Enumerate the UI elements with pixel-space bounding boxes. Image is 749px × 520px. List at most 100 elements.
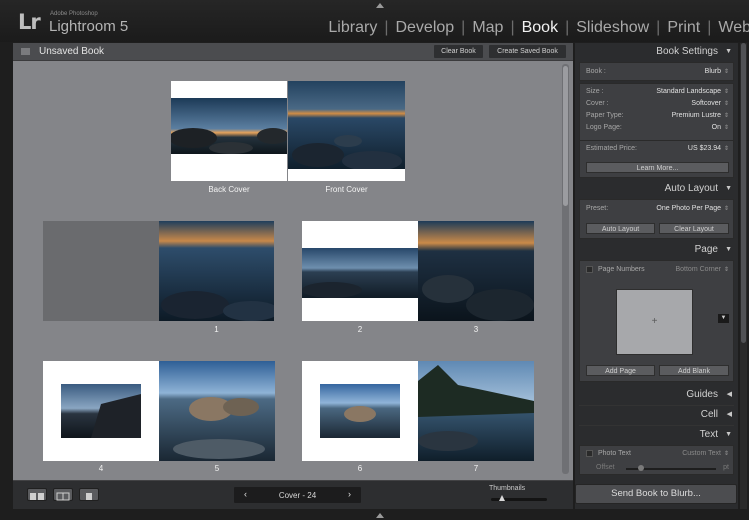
spread-view-icon[interactable] <box>53 488 73 501</box>
page-1[interactable] <box>159 221 274 321</box>
clear-book-button[interactable]: Clear Book <box>434 45 483 58</box>
page-5[interactable] <box>159 361 275 461</box>
page-header[interactable]: Page ▼ <box>575 241 738 259</box>
add-blank-button[interactable]: Add Blank <box>659 365 729 376</box>
estimated-price-label: Estimated Price: <box>586 145 637 152</box>
book-settings-title: Book Settings <box>656 46 718 57</box>
offset-slider-handle[interactable] <box>638 465 644 471</box>
collapse-bottom-panel-icon[interactable] <box>376 513 384 518</box>
preset-row[interactable]: Preset: One Photo Per Page ⇕ <box>586 205 729 212</box>
module-map[interactable]: Map <box>472 19 503 37</box>
offset-label: Offset <box>596 464 615 471</box>
page-navigator: ‹ Cover - 24 › <box>234 487 361 503</box>
size-row[interactable]: Size : Standard Landscape ⇕ <box>586 88 729 95</box>
right-panel-scrollbar[interactable] <box>740 43 747 509</box>
module-develop[interactable]: Develop <box>395 19 454 37</box>
rocky-shore-photo[interactable] <box>302 248 418 298</box>
lake-stones-photo[interactable] <box>288 81 405 169</box>
dropdown-arrows-icon: ⇕ <box>723 146 729 152</box>
page-7[interactable] <box>418 361 534 461</box>
page-2[interactable] <box>302 221 418 321</box>
paper-type-label: Paper Type: <box>586 112 624 119</box>
dropdown-arrows-icon: ⇕ <box>723 89 729 95</box>
page-6[interactable] <box>302 361 418 461</box>
module-book[interactable]: Book <box>522 19 558 37</box>
collapse-triangle-icon: ▼ <box>725 431 732 438</box>
add-page-button[interactable]: Add Page <box>586 365 655 376</box>
paper-type-row[interactable]: Paper Type: Premium Lustre ⇕ <box>586 112 729 119</box>
module-separator: | <box>707 19 712 36</box>
auto-layout-header[interactable]: Auto Layout ▼ <box>575 180 738 198</box>
guides-header[interactable]: Guides ◀ <box>575 386 738 404</box>
page-4[interactable] <box>43 361 159 461</box>
brand-subtitle: Adobe Photoshop <box>50 11 98 17</box>
create-saved-book-button[interactable]: Create Saved Book <box>489 45 566 58</box>
single-page-view-icon[interactable] <box>79 488 99 501</box>
cover-row[interactable]: Cover : Softcover ⇕ <box>586 100 729 107</box>
text-header[interactable]: Text ▼ <box>575 426 738 444</box>
boulders-water-photo[interactable] <box>320 384 400 438</box>
multi-page-view-icon[interactable] <box>27 488 47 501</box>
dropdown-arrows-icon: ⇕ <box>723 69 729 75</box>
book-toolbar: ‹ Cover - 24 › Thumbnails <box>13 480 573 509</box>
paper-type-value: Premium Lustre <box>671 112 721 119</box>
send-book-to-blurb-button[interactable]: Send Book to Blurb... <box>575 484 737 504</box>
module-web[interactable]: Web <box>718 19 749 37</box>
module-separator: | <box>565 19 570 36</box>
dropdown-arrows-icon: ⇕ <box>723 113 729 119</box>
module-separator: | <box>510 19 515 36</box>
identity-plate-bar: Lr Adobe Photoshop Lightroom 5 Library |… <box>0 0 749 42</box>
collapse-triangle-icon: ▼ <box>725 48 732 55</box>
book-canvas: Unsaved Book Clear Book Create Saved Boo… <box>13 43 573 509</box>
page-3[interactable] <box>418 221 534 321</box>
forest-shore-photo[interactable] <box>418 361 534 461</box>
book-title: Unsaved Book <box>39 46 105 57</box>
canvas-scrollbar-thumb[interactable] <box>563 66 568 206</box>
front-cover-page[interactable] <box>288 81 405 181</box>
canvas-scrollbar[interactable] <box>562 64 569 474</box>
boulders-dusk-photo[interactable] <box>418 221 534 321</box>
module-library[interactable]: Library <box>328 19 377 37</box>
boulder-lake-photo[interactable] <box>159 361 275 461</box>
shoreline-rocks-photo[interactable] <box>61 384 141 438</box>
logo-page-row[interactable]: Logo Page: On ⇕ <box>586 124 729 131</box>
module-separator: | <box>656 19 661 36</box>
next-page-icon[interactable]: › <box>348 489 351 499</box>
brand-title: Lightroom 5 <box>49 18 129 35</box>
photo-text-row[interactable]: Photo Text Custom Text ⇕ <box>586 450 729 457</box>
guides-title: Guides <box>686 389 718 400</box>
page-template-preview[interactable]: + <box>616 289 693 355</box>
estimated-price-row: Estimated Price: US $23.94 ⇕ <box>586 145 729 152</box>
thumbnail-size-slider-handle[interactable] <box>499 495 505 501</box>
inside-cover-page <box>43 221 159 321</box>
auto-layout-button[interactable]: Auto Layout <box>586 223 655 234</box>
canvas-header: Unsaved Book Clear Book Create Saved Boo… <box>13 43 573 61</box>
page-numbers-checkbox[interactable] <box>586 266 593 273</box>
book-settings-header[interactable]: Book Settings ▼ <box>575 43 738 61</box>
text-title: Text <box>699 429 718 440</box>
module-print[interactable]: Print <box>667 19 700 37</box>
module-slideshow[interactable]: Slideshow <box>576 19 649 37</box>
template-picker-icon[interactable]: ▼ <box>718 314 729 323</box>
photo-text-checkbox[interactable] <box>586 450 593 457</box>
lake-rocks-photo[interactable] <box>171 98 287 154</box>
dropdown-arrows-icon: ⇕ <box>723 125 729 131</box>
page-number-1: 1 <box>214 325 219 334</box>
collapse-top-panel-icon[interactable] <box>376 3 384 8</box>
back-cover-page[interactable] <box>171 81 287 181</box>
size-value: Standard Landscape <box>656 88 721 95</box>
page-numbers-row[interactable]: Page Numbers Bottom Corner ⇕ <box>586 266 729 273</box>
offset-row[interactable]: Offset pt <box>586 464 729 471</box>
waves-rocks-photo[interactable] <box>159 221 274 321</box>
book-vendor-row[interactable]: Book : Blurb ⇕ <box>586 68 729 75</box>
dropdown-arrows-icon: ⇕ <box>723 451 729 457</box>
right-panel: Book Settings ▼ Book : Blurb ⇕ Size : St… <box>575 43 738 509</box>
expand-triangle-icon: ◀ <box>726 411 732 418</box>
clear-layout-button[interactable]: Clear Layout <box>659 223 729 234</box>
page-numbers-position: Bottom Corner <box>675 266 721 273</box>
logo-page-value: On <box>711 124 721 131</box>
module-separator: | <box>384 19 389 36</box>
cell-header[interactable]: Cell ◀ <box>575 406 738 424</box>
learn-more-button[interactable]: Learn More... <box>586 162 729 173</box>
right-panel-scrollbar-thumb[interactable] <box>741 43 746 343</box>
